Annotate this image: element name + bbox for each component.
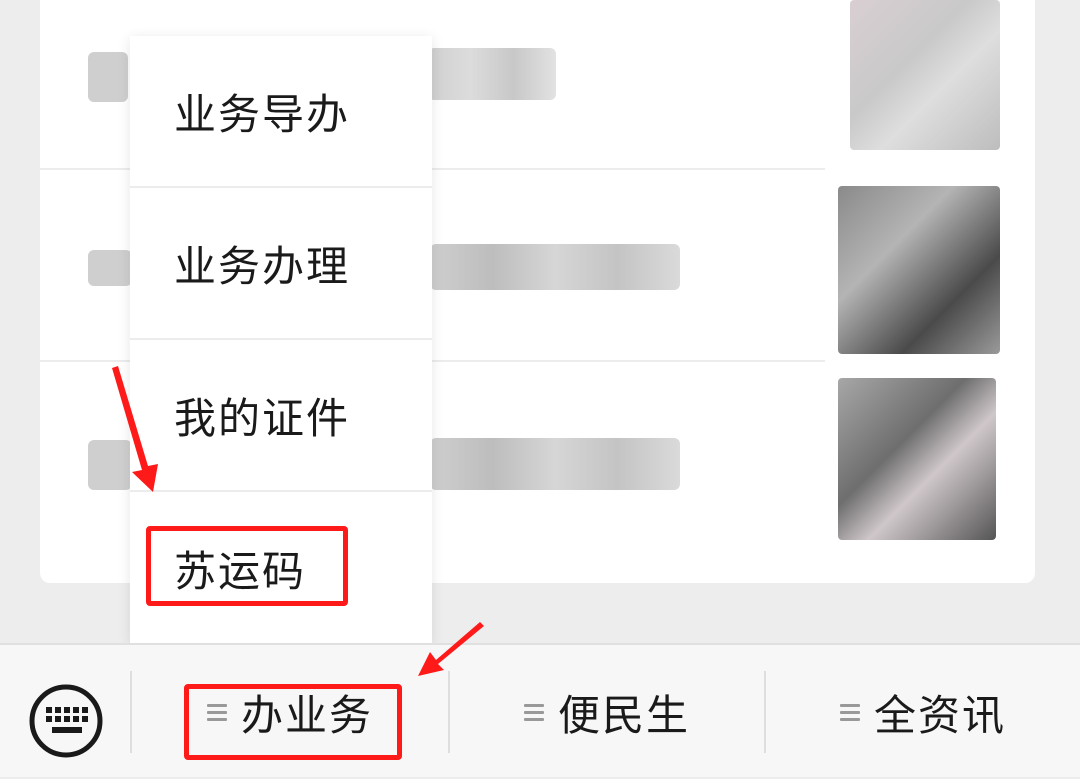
tab-label: 便民生: [557, 690, 690, 740]
blurred-text: [428, 48, 556, 100]
menu-item-label: 业务导办: [174, 89, 351, 139]
menu-item-business-handling[interactable]: 业务办理: [130, 188, 432, 340]
menu-icon: [839, 700, 860, 725]
tab-livelihood[interactable]: 便民生: [450, 645, 764, 779]
bottom-menu-bar: 办业务 便民生 全资讯: [0, 643, 1080, 777]
blurred-thumbnail: [838, 378, 996, 540]
menu-item-my-certificates[interactable]: 我的证件: [130, 340, 432, 492]
blurred-thumbnail: [838, 186, 1000, 354]
tab-news[interactable]: 全资讯: [766, 645, 1080, 779]
blurred-thumbnail: [850, 0, 1000, 150]
menu-item-label: 我的证件: [174, 393, 351, 443]
blurred-text: [88, 440, 132, 490]
highlight-box: [184, 684, 402, 760]
keyboard-icon[interactable]: [28, 683, 104, 759]
blurred-text: [88, 250, 132, 286]
menu-icon: [523, 700, 544, 725]
tab-label: 全资讯: [873, 690, 1006, 740]
blurred-text: [430, 244, 680, 290]
blurred-text: [88, 52, 128, 102]
menu-item-label: 业务办理: [174, 241, 351, 291]
highlight-box: [146, 526, 348, 606]
blurred-text: [430, 438, 680, 490]
menu-item-business-guide[interactable]: 业务导办: [130, 36, 432, 188]
